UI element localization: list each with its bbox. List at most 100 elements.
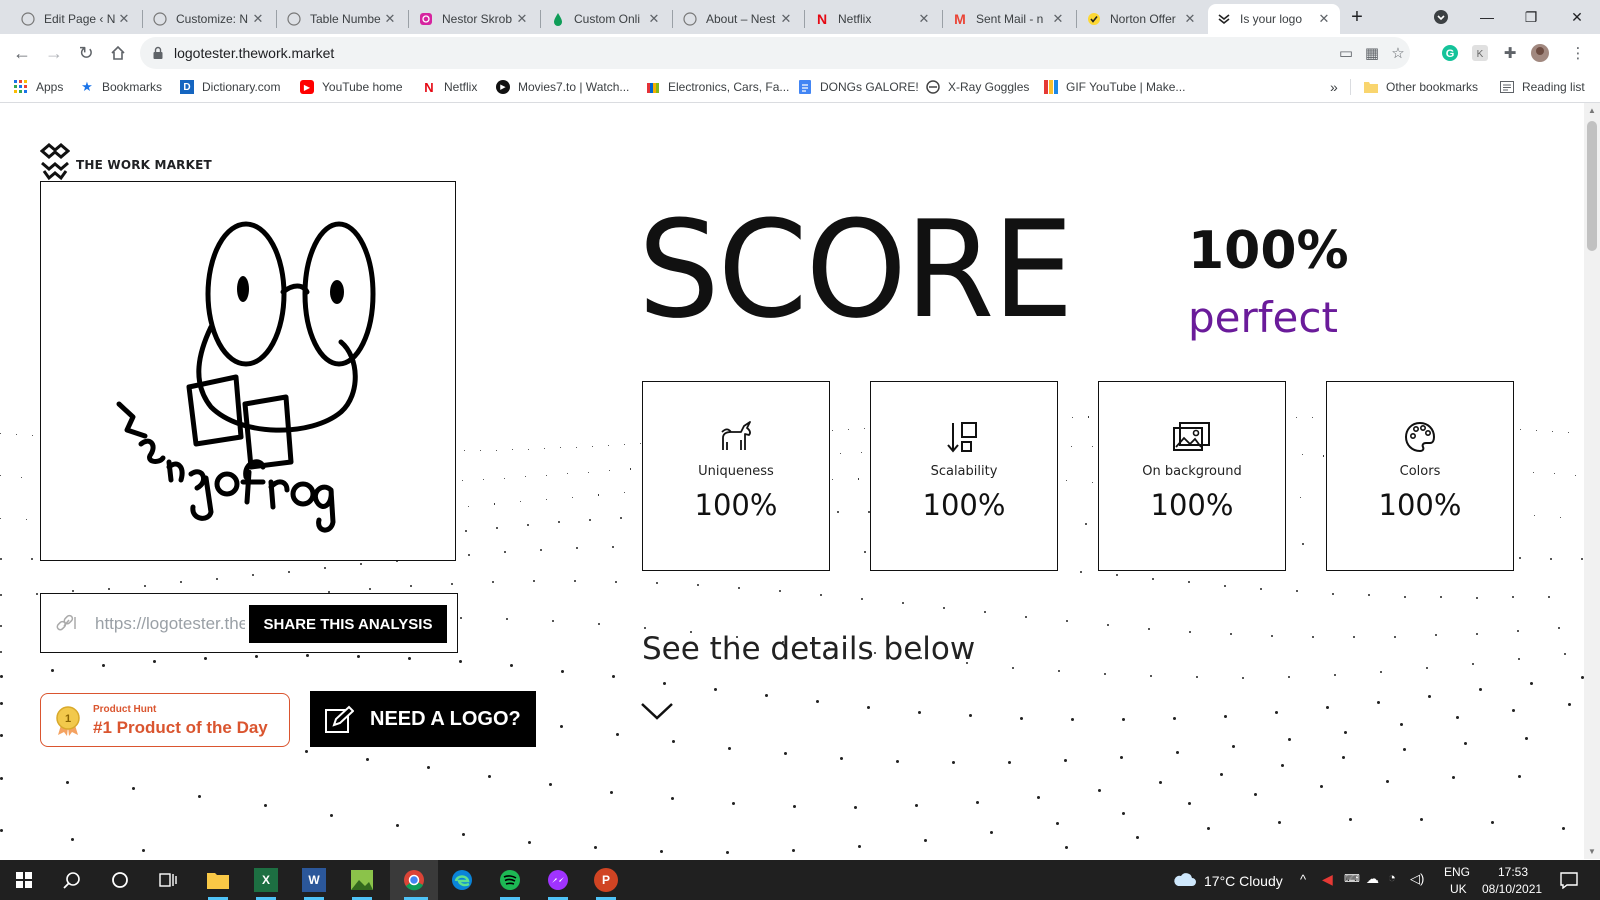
background-dot [560, 447, 562, 449]
bookmark-gif-youtube[interactable]: GIF YouTube | Make... [1044, 78, 1185, 96]
bookmark-apps[interactable]: Apps [14, 78, 63, 96]
background-dot [952, 761, 955, 765]
clock-time[interactable]: 17:53 [1498, 865, 1528, 879]
scroll-down-icon[interactable]: ▼ [1588, 847, 1596, 856]
close-icon[interactable]: ✕ [382, 11, 398, 27]
close-window-button[interactable]: ✕ [1554, 0, 1600, 34]
back-arrow-icon[interactable]: ← [8, 39, 36, 67]
tab-search-icon[interactable] [1418, 0, 1464, 34]
show-hidden-icons-chevron[interactable]: ^ [1300, 872, 1306, 887]
bookmark-bookmarks[interactable]: ★ Bookmarks [80, 78, 162, 96]
background-dot [1512, 709, 1515, 712]
doc-icon [798, 80, 812, 94]
medal-rank: 1 [65, 713, 71, 725]
cast-icon[interactable]: ▭ [1336, 43, 1356, 63]
close-icon[interactable]: ✕ [116, 11, 132, 27]
bookmark-movies7[interactable]: ▶ Movies7.to | Watch... [496, 78, 629, 96]
extensions-puzzle-icon[interactable]: ✚ [1500, 43, 1520, 63]
onedrive-icon[interactable]: ☁ [1366, 871, 1379, 887]
excel-icon[interactable]: X [254, 868, 278, 892]
background-dot [1278, 821, 1281, 825]
close-icon[interactable]: ✕ [778, 11, 794, 27]
page-scrollbar[interactable]: ▲ ▼ [1584, 103, 1600, 859]
tab-4[interactable]: Custom Onli ✕ [542, 4, 670, 34]
reading-list[interactable]: Reading list [1500, 78, 1585, 96]
tab-9-active[interactable]: Is your logo ✕ [1208, 4, 1340, 34]
bookmark-netflix[interactable]: N Netflix [422, 78, 477, 96]
restore-button[interactable]: ❐ [1508, 0, 1554, 34]
cloud-weather-icon[interactable] [1172, 871, 1196, 892]
scroll-up-icon[interactable]: ▲ [1588, 106, 1596, 115]
home-icon[interactable] [104, 39, 132, 67]
powerpoint-icon[interactable]: P [594, 868, 618, 892]
reload-icon[interactable]: ↻ [72, 39, 100, 67]
bookmark-dongs[interactable]: DONGs GALORE! [798, 78, 919, 96]
word-icon[interactable]: W [302, 868, 326, 892]
bookmark-youtube[interactable]: ▶ YouTube home [300, 78, 403, 96]
address-bar[interactable]: logotester.thework.market ▭ ▦ ☆ [140, 37, 1410, 69]
close-icon[interactable]: ✕ [916, 11, 932, 27]
tab-1[interactable]: Customize: N ✕ [144, 4, 274, 34]
qr-code-icon[interactable]: ▦ [1362, 43, 1382, 63]
chrome-icon[interactable] [402, 868, 426, 892]
background-dot [1568, 703, 1571, 707]
tab-7[interactable]: M Sent Mail - n ✕ [944, 4, 1074, 34]
background-dot [427, 766, 430, 770]
brand[interactable]: THE WORK MARKET [39, 143, 212, 186]
bookmark-dictionary[interactable]: D Dictionary.com [180, 78, 280, 96]
close-icon[interactable]: ✕ [1182, 11, 1198, 27]
bookmark-xray[interactable]: X-Ray Goggles [926, 78, 1029, 96]
search-icon[interactable] [60, 868, 84, 892]
language-code[interactable]: ENG [1444, 865, 1470, 879]
close-icon[interactable]: ✕ [1316, 11, 1332, 27]
muted-speaker-icon[interactable]: ◀ [1322, 871, 1333, 888]
close-icon[interactable]: ✕ [250, 11, 266, 27]
photos-icon[interactable] [350, 868, 374, 892]
tab-6[interactable]: N Netflix ✕ [806, 4, 940, 34]
task-view-icon[interactable] [156, 868, 180, 892]
more-bookmarks-chevron[interactable]: » [1330, 78, 1338, 96]
edge-icon[interactable] [450, 868, 474, 892]
tab-2[interactable]: Table Numbe ✕ [278, 4, 406, 34]
share-analysis-button[interactable]: SHARE THIS ANALYSIS [249, 605, 447, 643]
close-icon[interactable]: ✕ [514, 11, 530, 27]
extension-k-icon[interactable]: K [1470, 43, 1490, 63]
cortana-icon[interactable] [108, 868, 132, 892]
spotify-icon[interactable] [498, 868, 522, 892]
new-tab-button[interactable]: + [1342, 0, 1372, 34]
close-icon[interactable]: ✕ [1050, 11, 1066, 27]
weather-text[interactable]: 17°C Cloudy [1204, 873, 1283, 889]
file-explorer-icon[interactable] [206, 868, 230, 892]
grammarly-icon[interactable]: G [1440, 43, 1460, 63]
volume-icon[interactable]: ◁) [1410, 871, 1424, 887]
clock-date[interactable]: 08/10/2021 [1482, 882, 1542, 896]
chevron-down-icon[interactable] [640, 701, 674, 726]
lock-icon[interactable] [152, 46, 164, 65]
bookmark-ebay[interactable]: Electronics, Cars, Fa... [646, 78, 789, 96]
product-hunt-badge[interactable]: 1 Product Hunt #1 Product of the Day [40, 693, 290, 747]
input-method-icon[interactable]: ⌨ [1344, 872, 1360, 885]
share-url-input[interactable] [93, 610, 247, 638]
windows-start-icon[interactable] [12, 868, 36, 892]
avatar[interactable] [1530, 43, 1550, 63]
tab-3[interactable]: Nestor Skrob ✕ [410, 4, 538, 34]
scroll-thumb[interactable] [1587, 121, 1597, 251]
bookmark-star-icon[interactable]: ☆ [1388, 43, 1408, 63]
tab-8[interactable]: Norton Offer ✕ [1078, 4, 1206, 34]
messenger-icon[interactable] [546, 868, 570, 892]
product-of-day-label: #1 Product of the Day [93, 718, 268, 737]
background-dot [1260, 587, 1262, 590]
notifications-icon[interactable] [1560, 871, 1578, 894]
tab-5[interactable]: About – Nest ✕ [674, 4, 802, 34]
need-a-logo-button[interactable]: NEED A LOGO? [310, 691, 536, 747]
background-dot [1232, 744, 1235, 748]
tab-0[interactable]: Edit Page ‹ N ✕ [12, 4, 140, 34]
other-bookmarks[interactable]: Other bookmarks [1364, 78, 1478, 96]
minimize-button[interactable]: — [1464, 0, 1510, 34]
language-region[interactable]: UK [1450, 882, 1467, 896]
background-dot [576, 546, 578, 549]
menu-kebab-icon[interactable]: ⋮ [1568, 43, 1588, 63]
forward-arrow-icon[interactable]: → [40, 39, 68, 67]
wifi-icon[interactable]: ◔ [1388, 870, 1396, 885]
close-icon[interactable]: ✕ [646, 11, 662, 27]
